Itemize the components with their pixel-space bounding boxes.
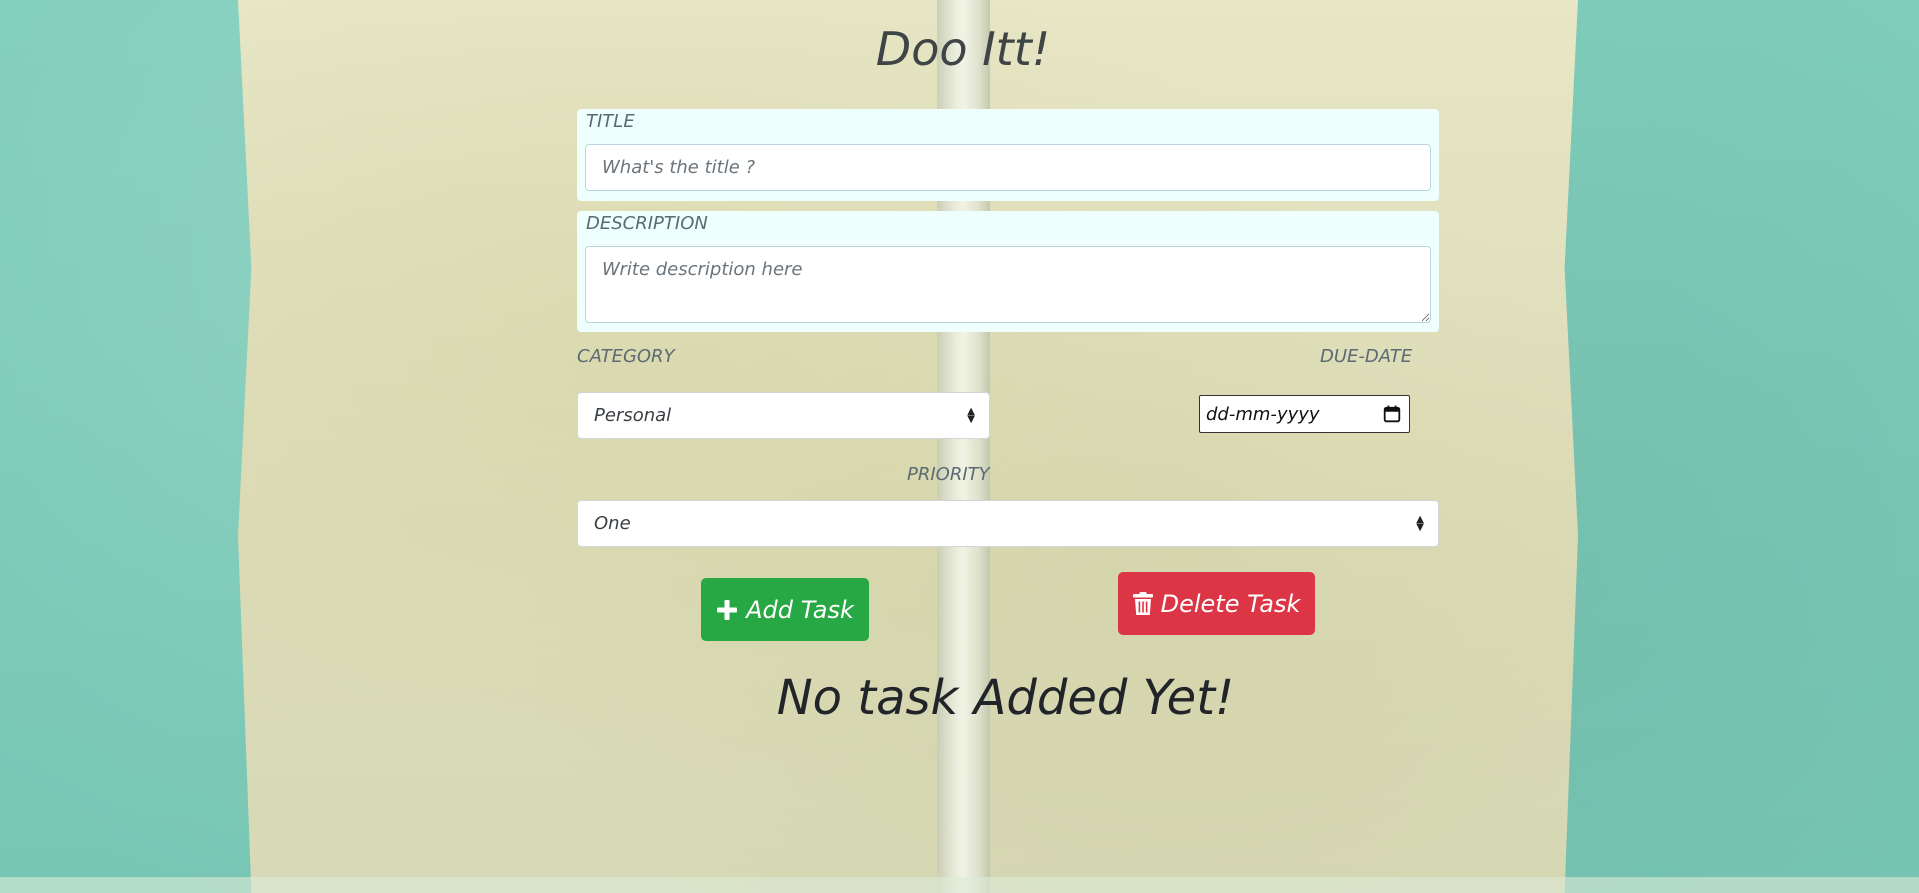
delete-task-button[interactable]: Delete Task (1118, 572, 1315, 635)
title-label: TITLE (586, 111, 635, 132)
add-task-label: Add Task (746, 595, 854, 624)
description-textarea[interactable] (585, 246, 1431, 323)
priority-label: PRIORITY (907, 464, 990, 485)
description-label: DESCRIPTION (586, 213, 708, 234)
empty-tasks-message: No task Added Yet! (776, 670, 1235, 726)
plus-icon (716, 599, 738, 621)
due-date-input[interactable]: dd-mm-yyyy (1199, 395, 1410, 433)
delete-task-label: Delete Task (1160, 589, 1301, 618)
select-caret-icon: ▲ ▼ (1416, 513, 1424, 533)
add-task-button[interactable]: Add Task (701, 578, 869, 641)
title-field-group: TITLE (577, 109, 1439, 201)
calendar-icon[interactable] (1383, 405, 1401, 423)
category-selected-value: Personal (594, 405, 672, 426)
category-label: CATEGORY (577, 346, 675, 367)
due-date-value: dd-mm-yyyy (1206, 403, 1320, 425)
select-caret-icon: ▲ ▼ (967, 405, 975, 425)
priority-selected-value: One (594, 513, 631, 534)
title-input[interactable] (585, 144, 1431, 191)
category-select[interactable]: Personal ▲ ▼ (577, 392, 990, 439)
description-field-group: DESCRIPTION (577, 211, 1439, 332)
app-title: Doo Itt! (875, 22, 1051, 76)
todo-app: Doo Itt! TITLE DESCRIPTION CATEGORY DUE-… (0, 0, 1919, 893)
priority-select[interactable]: One ▲ ▼ (577, 500, 1439, 547)
trash-icon (1132, 591, 1153, 616)
due-date-label: DUE-DATE (1320, 346, 1413, 367)
